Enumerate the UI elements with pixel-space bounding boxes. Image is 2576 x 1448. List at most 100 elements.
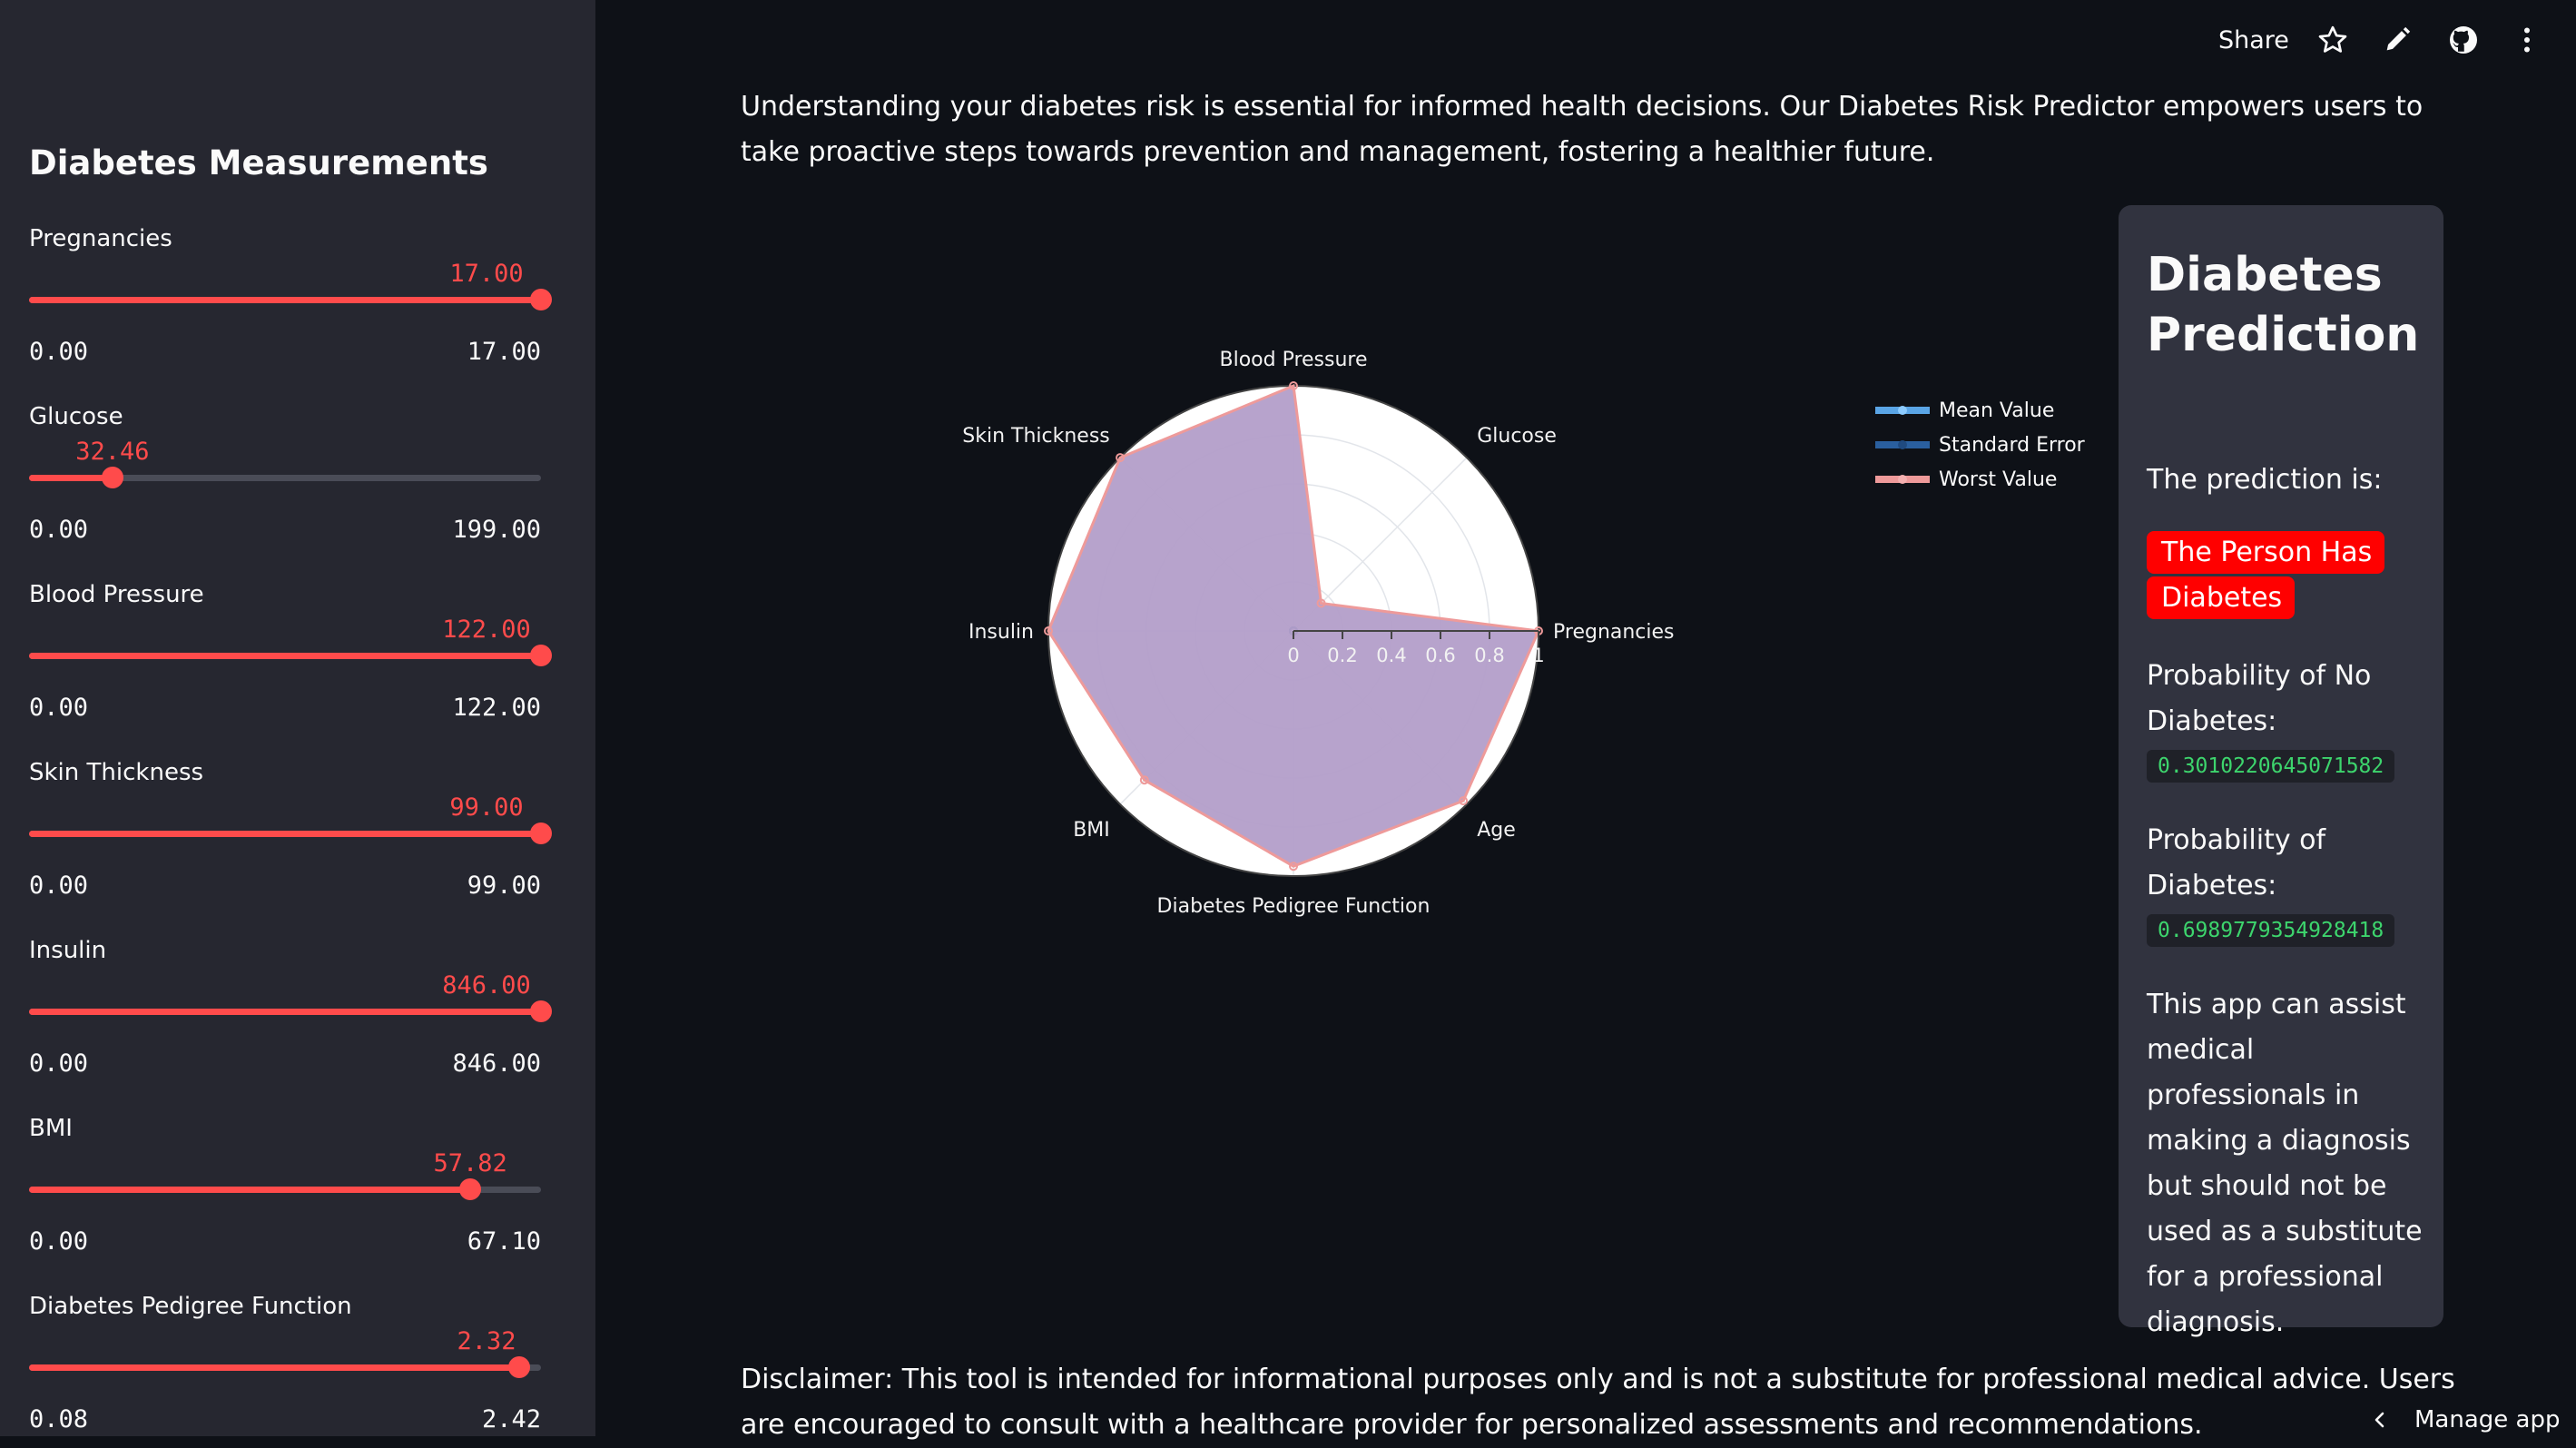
slider-thumb[interactable] bbox=[530, 645, 552, 666]
legend-item-standard-error[interactable]: Standard Error bbox=[1875, 430, 2085, 459]
slider-thumb[interactable] bbox=[459, 1178, 482, 1200]
slider-max: 99.00 bbox=[467, 872, 541, 900]
slider-skin-thickness: Skin Thickness 99.00 0.00 99.00 bbox=[29, 759, 552, 937]
slider-thumb[interactable] bbox=[101, 467, 123, 488]
radial-tick-label: 0.2 bbox=[1327, 645, 1357, 666]
legend-label: Standard Error bbox=[1939, 433, 2085, 457]
angular-axis-label: Glucose bbox=[1477, 425, 1557, 448]
slider-thumb[interactable] bbox=[530, 1000, 552, 1022]
prediction-card: Diabetes Prediction The prediction is: T… bbox=[2119, 205, 2443, 1338]
more-vertical-icon[interactable] bbox=[2511, 24, 2543, 56]
angular-axis-label: Skin Thickness bbox=[962, 425, 1110, 448]
slider-max: 122.00 bbox=[452, 694, 541, 722]
angular-axis-label: BMI bbox=[1073, 819, 1110, 842]
slider-label: Blood Pressure bbox=[29, 581, 204, 608]
slider-max: 17.00 bbox=[467, 338, 541, 366]
slider-fill bbox=[29, 653, 541, 659]
radial-tick-label: 1 bbox=[1532, 645, 1544, 666]
slider-diabetes-pedigree-function: Diabetes Pedigree Function 2.32 0.08 2.4… bbox=[29, 1293, 541, 1436]
slider-fill bbox=[29, 297, 541, 303]
slider-label: Glucose bbox=[29, 403, 123, 430]
chart-legend: Mean Value Standard Error Worst Value bbox=[1875, 396, 2093, 505]
legend-swatch bbox=[1875, 406, 1930, 415]
slider-max: 846.00 bbox=[452, 1049, 541, 1078]
radial-tick-label: 0.6 bbox=[1425, 645, 1455, 666]
slider-track[interactable] bbox=[29, 1000, 552, 1022]
legend-swatch bbox=[1875, 440, 1930, 449]
slider-value: 57.82 bbox=[433, 1149, 507, 1177]
prediction-title: Diabetes Prediction bbox=[2147, 248, 2420, 362]
slider-max: 2.42 bbox=[481, 1405, 541, 1433]
angular-axis-label: Insulin bbox=[968, 621, 1034, 644]
slider-thumb[interactable] bbox=[507, 1356, 530, 1378]
slider-label: Pregnancies bbox=[29, 225, 172, 252]
legend-label: Worst Value bbox=[1939, 468, 2058, 491]
slider-min: 0.00 bbox=[29, 516, 89, 544]
slider-fill bbox=[29, 1364, 519, 1371]
slider-bmi: BMI 57.82 0.00 67.10 bbox=[29, 1115, 541, 1293]
prediction-note: This app can assist medical professional… bbox=[2147, 989, 2423, 1338]
prediction-label: The prediction is: bbox=[2147, 464, 2383, 496]
slider-pregnancies: Pregnancies 17.00 0.00 17.00 bbox=[29, 225, 552, 403]
slider-value: 17.00 bbox=[449, 260, 524, 288]
slider-track[interactable] bbox=[29, 1356, 541, 1378]
angular-axis-label: Diabetes Pedigree Function bbox=[1157, 895, 1431, 918]
star-icon[interactable] bbox=[2316, 24, 2349, 56]
slider-insulin: Insulin 846.00 0.00 846.00 bbox=[29, 937, 552, 1115]
slider-min: 0.08 bbox=[29, 1405, 89, 1433]
slider-thumb[interactable] bbox=[530, 289, 552, 310]
prob-diabetes-label: Probability of Diabetes: bbox=[2147, 824, 2326, 901]
slider-fill bbox=[29, 475, 113, 481]
slider-track[interactable] bbox=[29, 645, 552, 666]
slider-track[interactable] bbox=[29, 467, 541, 488]
slider-glucose: Glucose 32.46 0.00 199.00 bbox=[29, 403, 541, 581]
pencil-icon[interactable] bbox=[2382, 24, 2413, 56]
slider-min: 0.00 bbox=[29, 1049, 89, 1078]
prob-diabetes-value: 0.6989779354928418 bbox=[2147, 914, 2395, 947]
radial-tick-label: 0.8 bbox=[1474, 645, 1504, 666]
prediction-result-badge: The Person Has Diabetes bbox=[2147, 530, 2419, 621]
slider-track[interactable] bbox=[29, 1178, 541, 1200]
prob-no-diabetes-label: Probability of No Diabetes: bbox=[2147, 660, 2372, 737]
slider-fill bbox=[29, 1187, 471, 1193]
slider-blood-pressure: Blood Pressure 122.00 0.00 122.00 bbox=[29, 581, 552, 759]
slider-label: Diabetes Pedigree Function bbox=[29, 1293, 352, 1320]
slider-thumb[interactable] bbox=[530, 823, 552, 844]
intro-paragraph: Understanding your diabetes risk is esse… bbox=[741, 91, 2424, 168]
legend-label: Mean Value bbox=[1939, 399, 2055, 422]
slider-min: 0.00 bbox=[29, 694, 89, 722]
radar-chart: 0 0.2 0.4 0.6 0.8 1 Pregnancies Glucose Blood Pr… bbox=[962, 349, 1675, 918]
slider-fill bbox=[29, 1009, 541, 1015]
radial-tick-label: 0.4 bbox=[1376, 645, 1406, 666]
prediction-result-text: The Person Has Diabetes bbox=[2147, 531, 2385, 619]
legend-swatch bbox=[1875, 475, 1930, 484]
angular-axis-label: Pregnancies bbox=[1553, 621, 1675, 644]
slider-max: 199.00 bbox=[452, 516, 541, 544]
disclaimer-paragraph: Disclaimer: This tool is intended for in… bbox=[741, 1364, 2455, 1441]
share-button[interactable]: Share bbox=[2218, 24, 2289, 56]
slider-value: 32.46 bbox=[75, 438, 150, 466]
manage-app-label: Manage app bbox=[2414, 1406, 2561, 1433]
slider-label: BMI bbox=[29, 1115, 73, 1142]
slider-fill bbox=[29, 831, 541, 837]
slider-track[interactable] bbox=[29, 823, 552, 844]
chevron-left-icon bbox=[2374, 1412, 2384, 1428]
angular-axis-label: Age bbox=[1477, 819, 1516, 842]
slider-value: 122.00 bbox=[442, 616, 531, 644]
slider-label: Skin Thickness bbox=[29, 759, 204, 786]
slider-value: 846.00 bbox=[442, 971, 531, 1000]
slider-value: 99.00 bbox=[449, 793, 524, 822]
radial-tick-label: 0 bbox=[1287, 645, 1299, 666]
slider-max: 67.10 bbox=[467, 1227, 541, 1256]
slider-label: Insulin bbox=[29, 937, 107, 964]
legend-item-mean-value[interactable]: Mean Value bbox=[1875, 396, 2054, 425]
github-icon[interactable] bbox=[2447, 24, 2480, 56]
slider-min: 0.00 bbox=[29, 1227, 89, 1256]
slider-min: 0.00 bbox=[29, 872, 89, 900]
sidebar: Diabetes Measurements Pregnancies 17.00 … bbox=[0, 0, 595, 1436]
sidebar-title: Diabetes Measurements bbox=[29, 143, 488, 182]
slider-track[interactable] bbox=[29, 289, 552, 310]
legend-item-worst-value[interactable]: Worst Value bbox=[1875, 465, 2057, 494]
slider-value: 2.32 bbox=[457, 1327, 516, 1355]
manage-app-button[interactable]: Manage app bbox=[2369, 1402, 2560, 1438]
